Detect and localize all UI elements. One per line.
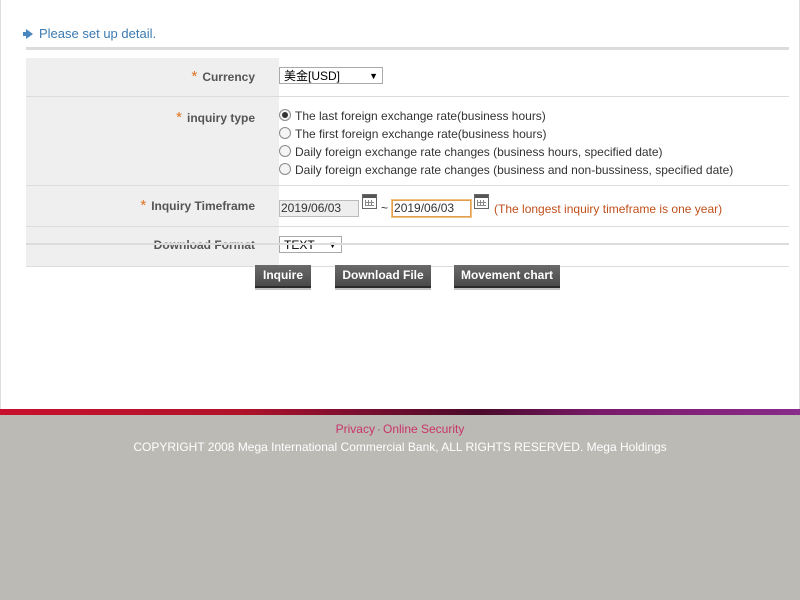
download-format-row: Download Format TEXT ▼ <box>26 226 789 267</box>
inquiry-type-row: * inquiry type The last foreign exchange … <box>26 96 789 186</box>
radio-button[interactable] <box>279 145 291 157</box>
inquiry-type-option-label: Daily foreign exchange rate changes (bus… <box>295 163 734 177</box>
radio-button[interactable] <box>279 163 291 175</box>
currency-row: * Currency 美金[USD] ▼ <box>26 58 789 97</box>
inquiry-type-option[interactable]: Daily foreign exchange rate changes (bus… <box>279 143 789 161</box>
chevron-down-icon: ▼ <box>369 71 378 81</box>
timeframe-row: * Inquiry Timeframe 2019/06/03 ~2019/06/03… <box>26 185 789 227</box>
privacy-link[interactable]: Privacy <box>336 422 375 436</box>
inquiry-type-option-label: The last foreign exchange rate(business … <box>295 109 546 123</box>
required-mark: * <box>191 68 198 85</box>
radio-button-selected[interactable] <box>279 109 291 121</box>
inquiry-type-option[interactable]: Daily foreign exchange rate changes (bus… <box>279 161 789 179</box>
inquiry-type-label: inquiry type <box>186 111 255 125</box>
footer-links: Privacy · Online Security <box>0 422 800 436</box>
link-separator: · <box>376 422 381 436</box>
footer: Privacy · Online Security COPYRIGHT 2008 M… <box>0 415 800 600</box>
section-title: Please set up detail. <box>23 26 157 41</box>
inquiry-type-label-cell: * inquiry type <box>26 96 279 186</box>
inquiry-type-option-label: Daily foreign exchange rate changes (bus… <box>295 145 663 159</box>
inquiry-type-option-label: The first foreign exchange rate(business… <box>295 127 547 141</box>
radio-button[interactable] <box>279 127 291 139</box>
detail-form: * Currency 美金[USD] ▼ * inquiry type The la… <box>26 58 789 267</box>
currency-label-cell: * Currency <box>26 58 279 97</box>
chevron-down-icon: ▼ <box>328 240 337 250</box>
calendar-icon[interactable] <box>474 194 490 209</box>
download-format-select-value: TEXT <box>284 238 315 252</box>
date-to-input[interactable]: 2019/06/03 <box>391 199 473 219</box>
currency-value-cell: 美金[USD] ▼ <box>279 58 789 97</box>
download-format-label-cell: Download Format <box>26 226 279 267</box>
required-mark: * <box>140 197 147 214</box>
timeframe-label-cell: * Inquiry Timeframe <box>26 185 279 227</box>
calendar-icon[interactable] <box>362 194 377 209</box>
download-format-value-cell: TEXT ▼ <box>279 226 789 267</box>
timeframe-value-cell: 2019/06/03 ~2019/06/03 (The longest inquir… <box>279 185 789 227</box>
currency-select-value: 美金[USD] <box>284 69 341 83</box>
copyright-text: COPYRIGHT 2008 Mega International Commer… <box>133 440 667 454</box>
date-range-separator: ~ <box>381 201 389 215</box>
inquire-button[interactable]: Inquire <box>255 265 311 290</box>
currency-label: Currency <box>202 70 255 84</box>
inquiry-type-radio-group: The last foreign exchange rate(business … <box>279 97 789 185</box>
section-title-text: Please set up detail. <box>39 26 157 41</box>
inquiry-type-option[interactable]: The first foreign exchange rate(business… <box>279 125 789 143</box>
download-file-button[interactable]: Download File <box>335 265 431 290</box>
arrow-right-icon <box>23 29 33 39</box>
required-mark: * <box>176 109 182 126</box>
currency-select[interactable]: 美金[USD] ▼ <box>279 67 383 84</box>
download-format-label: Download Format <box>153 238 255 252</box>
timeframe-hint: (The longest inquiry timeframe is one ye… <box>494 201 723 216</box>
divider <box>26 243 789 245</box>
inquiry-type-option[interactable]: The last foreign exchange rate(business … <box>279 107 789 125</box>
timeframe-label: Inquiry Timeframe <box>151 199 255 213</box>
date-from-input[interactable]: 2019/06/03 <box>279 200 359 218</box>
inquiry-type-options-cell: The last foreign exchange rate(business … <box>279 96 789 186</box>
divider <box>26 47 789 50</box>
online-security-link[interactable]: Online Security <box>383 422 464 436</box>
movement-chart-button[interactable]: Movement chart <box>454 265 560 290</box>
